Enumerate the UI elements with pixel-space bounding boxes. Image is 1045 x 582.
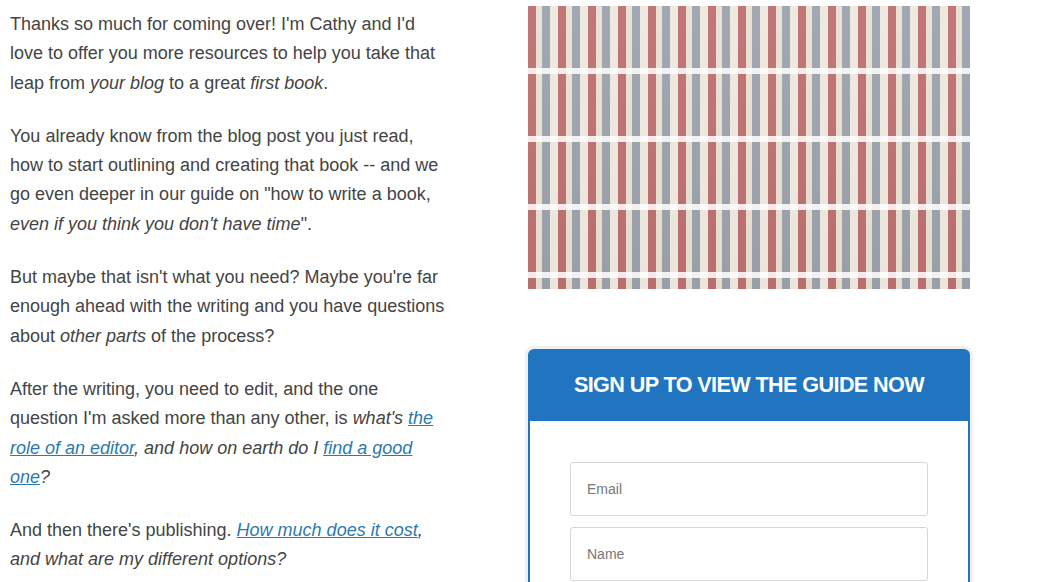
bookshelf-image: [528, 6, 970, 289]
signup-form: [528, 421, 970, 582]
paragraph: And then there's publishing. How much do…: [10, 516, 450, 575]
italic-text: ?: [40, 467, 50, 487]
article: Thanks so much for coming over! I'm Cath…: [10, 6, 450, 582]
signup-field[interactable]: [570, 462, 928, 516]
guide-banner-image[interactable]: [528, 6, 970, 289]
italic-text: , and how on earth do I: [134, 438, 323, 458]
article-link[interactable]: How much does it cost: [237, 520, 418, 540]
italic-text: what's: [353, 408, 408, 428]
signup-header: SIGN UP TO VIEW THE GUIDE NOW: [528, 349, 970, 421]
text: to a great: [164, 73, 250, 93]
text: And then there's publishing.: [10, 520, 237, 540]
paragraph: Thanks so much for coming over! I'm Cath…: [10, 10, 450, 98]
signup-title: SIGN UP TO VIEW THE GUIDE NOW: [574, 372, 924, 398]
italic-text: other parts: [60, 326, 146, 346]
paragraph: But maybe that isn't what you need? Mayb…: [10, 263, 450, 351]
signup-box: SIGN UP TO VIEW THE GUIDE NOW: [528, 349, 970, 582]
text: ".: [301, 214, 312, 234]
sidebar: SIGN UP TO VIEW THE GUIDE NOW: [528, 6, 970, 582]
paragraph: After the writing, you need to edit, and…: [10, 375, 450, 492]
page: Thanks so much for coming over! I'm Cath…: [0, 0, 1045, 582]
italic-text: even if you think you don't have time: [10, 214, 301, 234]
text: of the process?: [146, 326, 274, 346]
italic-text: your blog: [90, 73, 164, 93]
paragraph: You already know from the blog post you …: [10, 122, 450, 239]
text: After the writing, you need to edit, and…: [10, 379, 378, 428]
italic-text: first book: [250, 73, 323, 93]
text: You already know from the blog post you …: [10, 126, 438, 205]
text: .: [323, 73, 328, 93]
signup-field[interactable]: [570, 527, 928, 581]
